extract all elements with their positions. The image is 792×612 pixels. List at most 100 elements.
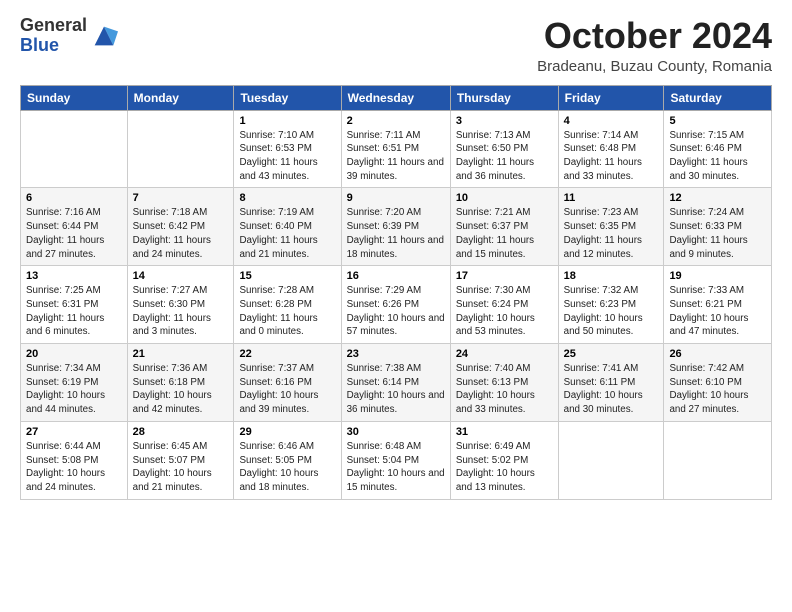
day-number: 22 — [239, 348, 335, 360]
day-number: 23 — [347, 348, 445, 360]
calendar-cell — [664, 421, 772, 499]
day-number: 3 — [456, 115, 553, 127]
calendar-cell: 16Sunrise: 7:29 AM Sunset: 6:26 PM Dayli… — [341, 266, 450, 344]
day-number: 14 — [133, 270, 229, 282]
day-info: Sunrise: 7:42 AM Sunset: 6:10 PM Dayligh… — [669, 362, 766, 417]
day-info: Sunrise: 7:36 AM Sunset: 6:18 PM Dayligh… — [133, 362, 229, 417]
day-info: Sunrise: 7:18 AM Sunset: 6:42 PM Dayligh… — [133, 206, 229, 261]
calendar-cell: 11Sunrise: 7:23 AM Sunset: 6:35 PM Dayli… — [558, 188, 664, 266]
calendar-cell: 10 Sunrise: 7:21 AM Sunset: 6:37 PM Dayli… — [450, 188, 558, 266]
header: General Blue October 2024 Bradeanu, Buza… — [20, 16, 772, 75]
calendar-cell: 22 Sunrise: 7:37 AM Sunset: 6:16 PM Dayli… — [234, 344, 341, 422]
day-number: 21 — [133, 348, 229, 360]
day-number: 25 — [564, 348, 659, 360]
day-info: Sunrise: 7:30 AM Sunset: 6:24 PM Dayligh… — [456, 284, 553, 339]
day-info: Sunrise: 6:46 AM Sunset: 5:05 PM Dayligh… — [239, 440, 335, 495]
day-info: Sunrise: 7:38 AM Sunset: 6:14 PM Dayligh… — [347, 362, 445, 417]
day-info: Sunrise: 7:19 AM Sunset: 6:40 PM Dayligh… — [239, 206, 335, 261]
day-number: 28 — [133, 426, 229, 438]
title-block: October 2024 Bradeanu, Buzau County, Rom… — [537, 16, 772, 75]
calendar-cell: 18 Sunrise: 7:32 AM Sunset: 6:23 PM Dayli… — [558, 266, 664, 344]
day-info: Sunrise: 7:32 AM Sunset: 6:23 PM Dayligh… — [564, 284, 659, 339]
day-info: Sunrise: 7:20 AM Sunset: 6:39 PM Dayligh… — [347, 206, 445, 261]
calendar-cell: 24 Sunrise: 7:40 AM Sunset: 6:13 PM Dayli… — [450, 344, 558, 422]
day-number: 2 — [347, 115, 445, 127]
calendar-week-row: 13 Sunrise: 7:25 AM Sunset: 6:31 PM Dayli… — [21, 266, 772, 344]
day-info: Sunrise: 7:34 AM Sunset: 6:19 PM Dayligh… — [26, 362, 122, 417]
calendar-day-header: Monday — [127, 85, 234, 110]
day-info: Sunrise: 7:25 AM Sunset: 6:31 PM Dayligh… — [26, 284, 122, 339]
day-info: Sunrise: 6:45 AM Sunset: 5:07 PM Dayligh… — [133, 440, 229, 495]
day-number: 20 — [26, 348, 122, 360]
calendar-cell: 28 Sunrise: 6:45 AM Sunset: 5:07 PM Dayli… — [127, 421, 234, 499]
calendar-cell: 14 Sunrise: 7:27 AM Sunset: 6:30 PM Dayli… — [127, 266, 234, 344]
calendar-cell: 8 Sunrise: 7:19 AM Sunset: 6:40 PM Daylig… — [234, 188, 341, 266]
calendar-day-header: Sunday — [21, 85, 128, 110]
calendar-day-header: Saturday — [664, 85, 772, 110]
day-number: 18 — [564, 270, 659, 282]
calendar-cell: 12 Sunrise: 7:24 AM Sunset: 6:33 PM Dayli… — [664, 188, 772, 266]
calendar-cell: 19 Sunrise: 7:33 AM Sunset: 6:21 PM Dayli… — [664, 266, 772, 344]
calendar-cell: 30Sunrise: 6:48 AM Sunset: 5:04 PM Dayli… — [341, 421, 450, 499]
day-number: 9 — [347, 192, 445, 204]
calendar-table: SundayMondayTuesdayWednesdayThursdayFrid… — [20, 85, 772, 500]
logo-icon — [90, 22, 118, 50]
day-info: Sunrise: 7:13 AM Sunset: 6:50 PM Dayligh… — [456, 129, 553, 184]
day-info: Sunrise: 7:10 AM Sunset: 6:53 PM Dayligh… — [239, 129, 335, 184]
calendar-day-header: Friday — [558, 85, 664, 110]
day-info: Sunrise: 7:29 AM Sunset: 6:26 PM Dayligh… — [347, 284, 445, 339]
day-number: 27 — [26, 426, 122, 438]
day-number: 12 — [669, 192, 766, 204]
day-number: 24 — [456, 348, 553, 360]
day-info: Sunrise: 6:49 AM Sunset: 5:02 PM Dayligh… — [456, 440, 553, 495]
calendar-cell: 15Sunrise: 7:28 AM Sunset: 6:28 PM Dayli… — [234, 266, 341, 344]
day-info: Sunrise: 7:28 AM Sunset: 6:28 PM Dayligh… — [239, 284, 335, 339]
day-number: 29 — [239, 426, 335, 438]
calendar-cell: 23 Sunrise: 7:38 AM Sunset: 6:14 PM Dayli… — [341, 344, 450, 422]
day-info: Sunrise: 7:11 AM Sunset: 6:51 PM Dayligh… — [347, 129, 445, 184]
day-info: Sunrise: 7:40 AM Sunset: 6:13 PM Dayligh… — [456, 362, 553, 417]
day-info: Sunrise: 7:27 AM Sunset: 6:30 PM Dayligh… — [133, 284, 229, 339]
day-number: 7 — [133, 192, 229, 204]
calendar-week-row: 20 Sunrise: 7:34 AM Sunset: 6:19 PM Dayli… — [21, 344, 772, 422]
calendar-cell: 17 Sunrise: 7:30 AM Sunset: 6:24 PM Dayli… — [450, 266, 558, 344]
day-number: 13 — [26, 270, 122, 282]
day-number: 19 — [669, 270, 766, 282]
calendar-day-header: Wednesday — [341, 85, 450, 110]
day-info: Sunrise: 7:14 AM Sunset: 6:48 PM Dayligh… — [564, 129, 659, 184]
day-info: Sunrise: 6:44 AM Sunset: 5:08 PM Dayligh… — [26, 440, 122, 495]
calendar-cell: 25 Sunrise: 7:41 AM Sunset: 6:11 PM Dayli… — [558, 344, 664, 422]
calendar-cell: 27 Sunrise: 6:44 AM Sunset: 5:08 PM Dayli… — [21, 421, 128, 499]
day-number: 17 — [456, 270, 553, 282]
day-number: 26 — [669, 348, 766, 360]
calendar-cell: 6 Sunrise: 7:16 AM Sunset: 6:44 PM Daylig… — [21, 188, 128, 266]
calendar-header-row: SundayMondayTuesdayWednesdayThursdayFrid… — [21, 85, 772, 110]
day-info: Sunrise: 7:41 AM Sunset: 6:11 PM Dayligh… — [564, 362, 659, 417]
calendar-cell: 9 Sunrise: 7:20 AM Sunset: 6:39 PM Daylig… — [341, 188, 450, 266]
calendar-cell: 4 Sunrise: 7:14 AM Sunset: 6:48 PM Daylig… — [558, 110, 664, 188]
calendar-cell — [127, 110, 234, 188]
location-title: Bradeanu, Buzau County, Romania — [537, 58, 772, 75]
day-info: Sunrise: 7:21 AM Sunset: 6:37 PM Dayligh… — [456, 206, 553, 261]
day-info: Sunrise: 7:23 AM Sunset: 6:35 PM Dayligh… — [564, 206, 659, 261]
day-info: Sunrise: 7:16 AM Sunset: 6:44 PM Dayligh… — [26, 206, 122, 261]
day-number: 31 — [456, 426, 553, 438]
day-number: 4 — [564, 115, 659, 127]
calendar-cell: 3 Sunrise: 7:13 AM Sunset: 6:50 PM Daylig… — [450, 110, 558, 188]
day-info: Sunrise: 7:24 AM Sunset: 6:33 PM Dayligh… — [669, 206, 766, 261]
calendar-cell: 26 Sunrise: 7:42 AM Sunset: 6:10 PM Dayli… — [664, 344, 772, 422]
day-number: 10 — [456, 192, 553, 204]
day-number: 30 — [347, 426, 445, 438]
day-info: Sunrise: 7:37 AM Sunset: 6:16 PM Dayligh… — [239, 362, 335, 417]
day-number: 6 — [26, 192, 122, 204]
calendar-cell — [21, 110, 128, 188]
day-number: 1 — [239, 115, 335, 127]
calendar-day-header: Thursday — [450, 85, 558, 110]
page: General Blue October 2024 Bradeanu, Buza… — [0, 0, 792, 612]
day-number: 8 — [239, 192, 335, 204]
calendar-cell: 7 Sunrise: 7:18 AM Sunset: 6:42 PM Daylig… — [127, 188, 234, 266]
month-title: October 2024 — [537, 16, 772, 56]
calendar-cell: 29 Sunrise: 6:46 AM Sunset: 5:05 PM Dayli… — [234, 421, 341, 499]
day-info: Sunrise: 7:33 AM Sunset: 6:21 PM Dayligh… — [669, 284, 766, 339]
calendar-cell: 20 Sunrise: 7:34 AM Sunset: 6:19 PM Dayli… — [21, 344, 128, 422]
